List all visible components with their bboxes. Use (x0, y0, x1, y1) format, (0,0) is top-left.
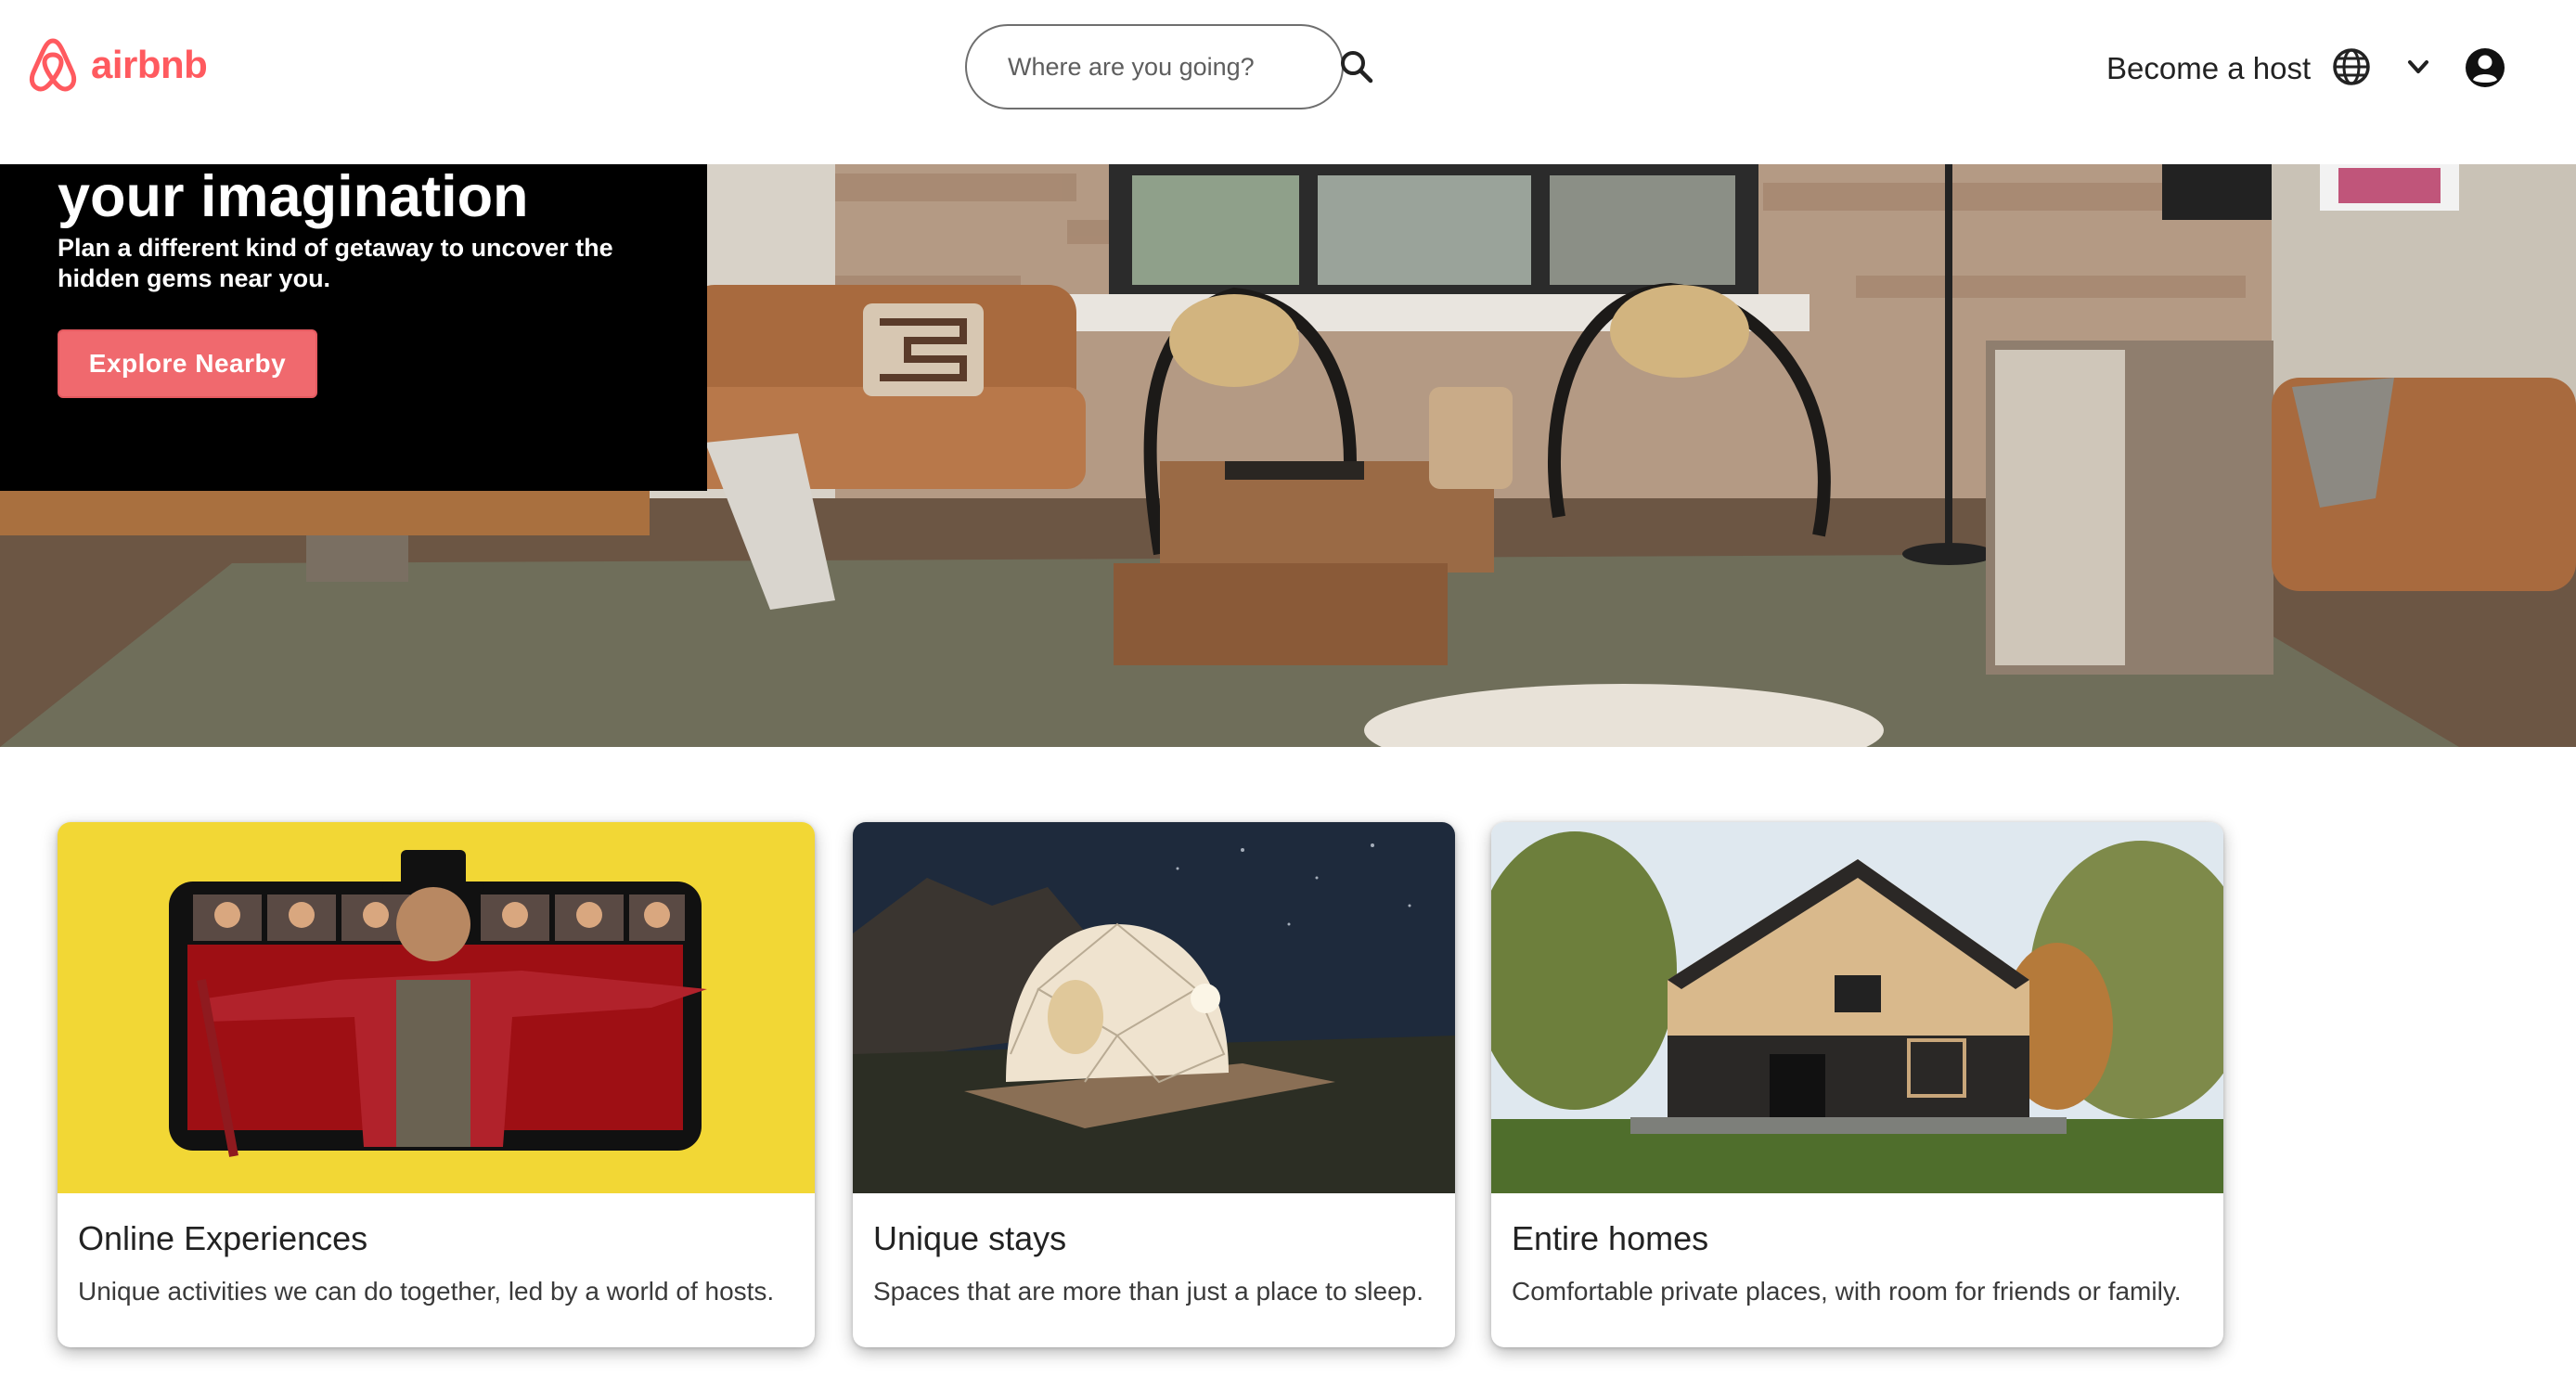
search-bar[interactable] (965, 24, 1373, 109)
chevron-down-icon[interactable] (2403, 52, 2433, 82)
category-card-online-experiences[interactable]: Online Experiences Unique activities we … (58, 822, 815, 1347)
become-a-host-link[interactable]: Become a host (2106, 48, 2311, 89)
search-icon[interactable] (1338, 46, 1375, 87)
search-input[interactable] (1006, 51, 1338, 83)
airbnb-logo-icon (29, 38, 77, 92)
modern-cabin-photo (1491, 822, 2223, 1193)
online-experience-ringmaster-photo (58, 822, 815, 1193)
card-description: Spaces that are more than just a place t… (873, 1277, 1424, 1306)
hero-title: your imagination (58, 164, 529, 229)
hero-section: your imagination Plan a different kind o… (0, 164, 2576, 747)
card-title: Unique stays (873, 1219, 1067, 1257)
site-header: airbnb Become a host (0, 0, 2576, 164)
explore-nearby-button[interactable]: Explore Nearby (58, 329, 317, 398)
category-card-entire-homes[interactable]: Entire homes Comfortable private places,… (1491, 822, 2223, 1347)
user-avatar-icon[interactable] (2464, 46, 2506, 89)
geodesic-dome-night-photo (853, 822, 1455, 1193)
hero-text-panel: your imagination Plan a different kind o… (0, 164, 707, 491)
airbnb-logo[interactable]: airbnb (28, 37, 208, 93)
card-description: Comfortable private places, with room fo… (1512, 1277, 2182, 1306)
card-description: Unique activities we can do together, le… (78, 1277, 775, 1306)
category-card-unique-stays[interactable]: Unique stays Spaces that are more than j… (853, 822, 1455, 1347)
logo-wordmark: airbnb (91, 43, 208, 86)
globe-icon[interactable] (2331, 46, 2372, 87)
card-title: Entire homes (1512, 1219, 1709, 1257)
hero-subtitle: Plan a different kind of getaway to unco… (58, 234, 613, 292)
card-title: Online Experiences (78, 1219, 368, 1257)
